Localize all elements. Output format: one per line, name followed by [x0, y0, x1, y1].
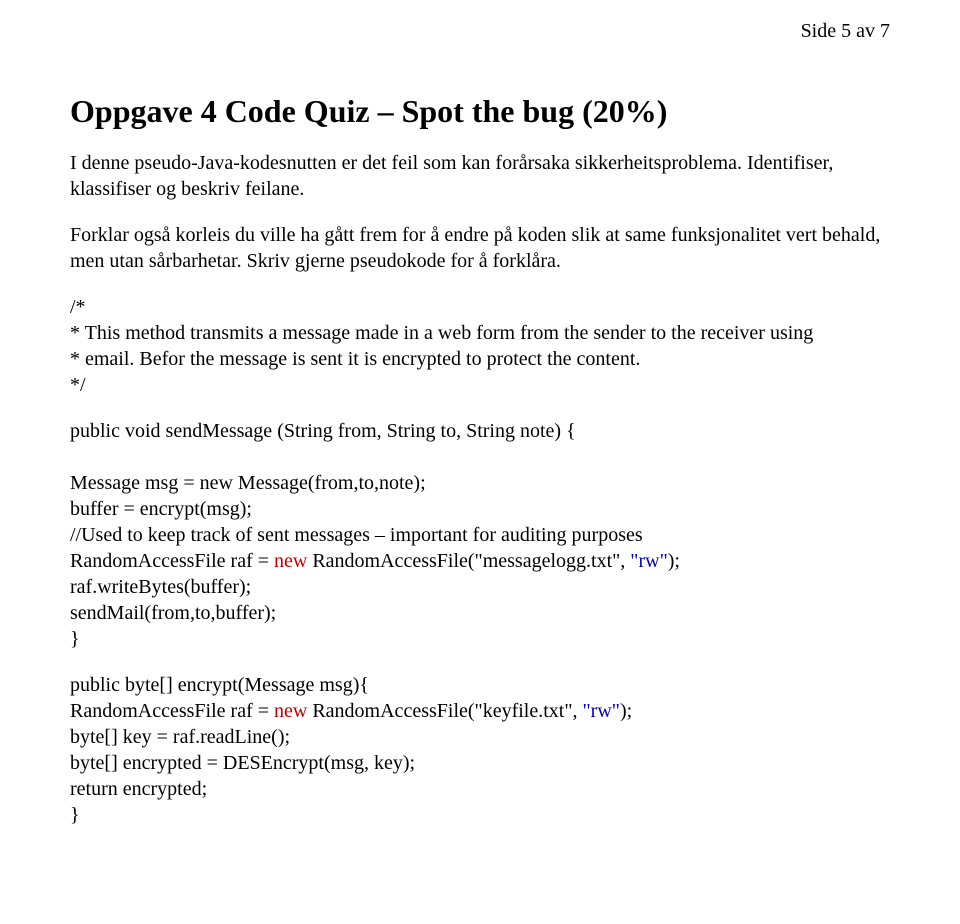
task-title: Oppgave 4 Code Quiz – Spot the bug (20%)	[70, 93, 890, 130]
code-line: public void sendMessage (String from, St…	[70, 420, 576, 442]
page-number: Side 5 av 7	[70, 20, 890, 43]
code-block-1: public void sendMessage (String from, St…	[70, 418, 890, 652]
code-line: }	[70, 804, 80, 826]
code-line: public byte[] encrypt(Message msg){	[70, 674, 369, 696]
code-line: return encrypted;	[70, 778, 207, 800]
code-line: Message msg = new Message(from,to,note);	[70, 472, 426, 494]
code-line: }	[70, 628, 80, 650]
code-line: byte[] key = raf.readLine();	[70, 726, 290, 748]
code-line: buffer = encrypt(msg);	[70, 498, 252, 520]
code-line: raf.writeBytes(buffer);	[70, 576, 251, 598]
intro-paragraph-1: I denne pseudo-Java-kodesnutten er det f…	[70, 150, 890, 202]
code-line: sendMail(from,to,buffer);	[70, 602, 276, 624]
code-line: );	[668, 550, 680, 572]
page-container: Side 5 av 7 Oppgave 4 Code Quiz – Spot t…	[0, 0, 960, 888]
code-line: RandomAccessFile("messagelogg.txt",	[307, 550, 630, 572]
string-literal: "rw"	[630, 550, 667, 572]
code-line: RandomAccessFile("keyfile.txt",	[307, 700, 582, 722]
intro-paragraph-2: Forklar også korleis du ville ha gått fr…	[70, 222, 890, 274]
code-line: RandomAccessFile raf =	[70, 550, 274, 572]
code-line: RandomAccessFile raf =	[70, 700, 274, 722]
comment-block: /* * This method transmits a message mad…	[70, 294, 890, 398]
code-line: byte[] encrypted = DESEncrypt(msg, key);	[70, 752, 415, 774]
code-line: );	[620, 700, 632, 722]
keyword-new: new	[274, 700, 307, 722]
code-block-2: public byte[] encrypt(Message msg){ Rand…	[70, 672, 890, 828]
code-line: //Used to keep track of sent messages – …	[70, 524, 643, 546]
string-literal: "rw"	[583, 700, 620, 722]
keyword-new: new	[274, 550, 307, 572]
